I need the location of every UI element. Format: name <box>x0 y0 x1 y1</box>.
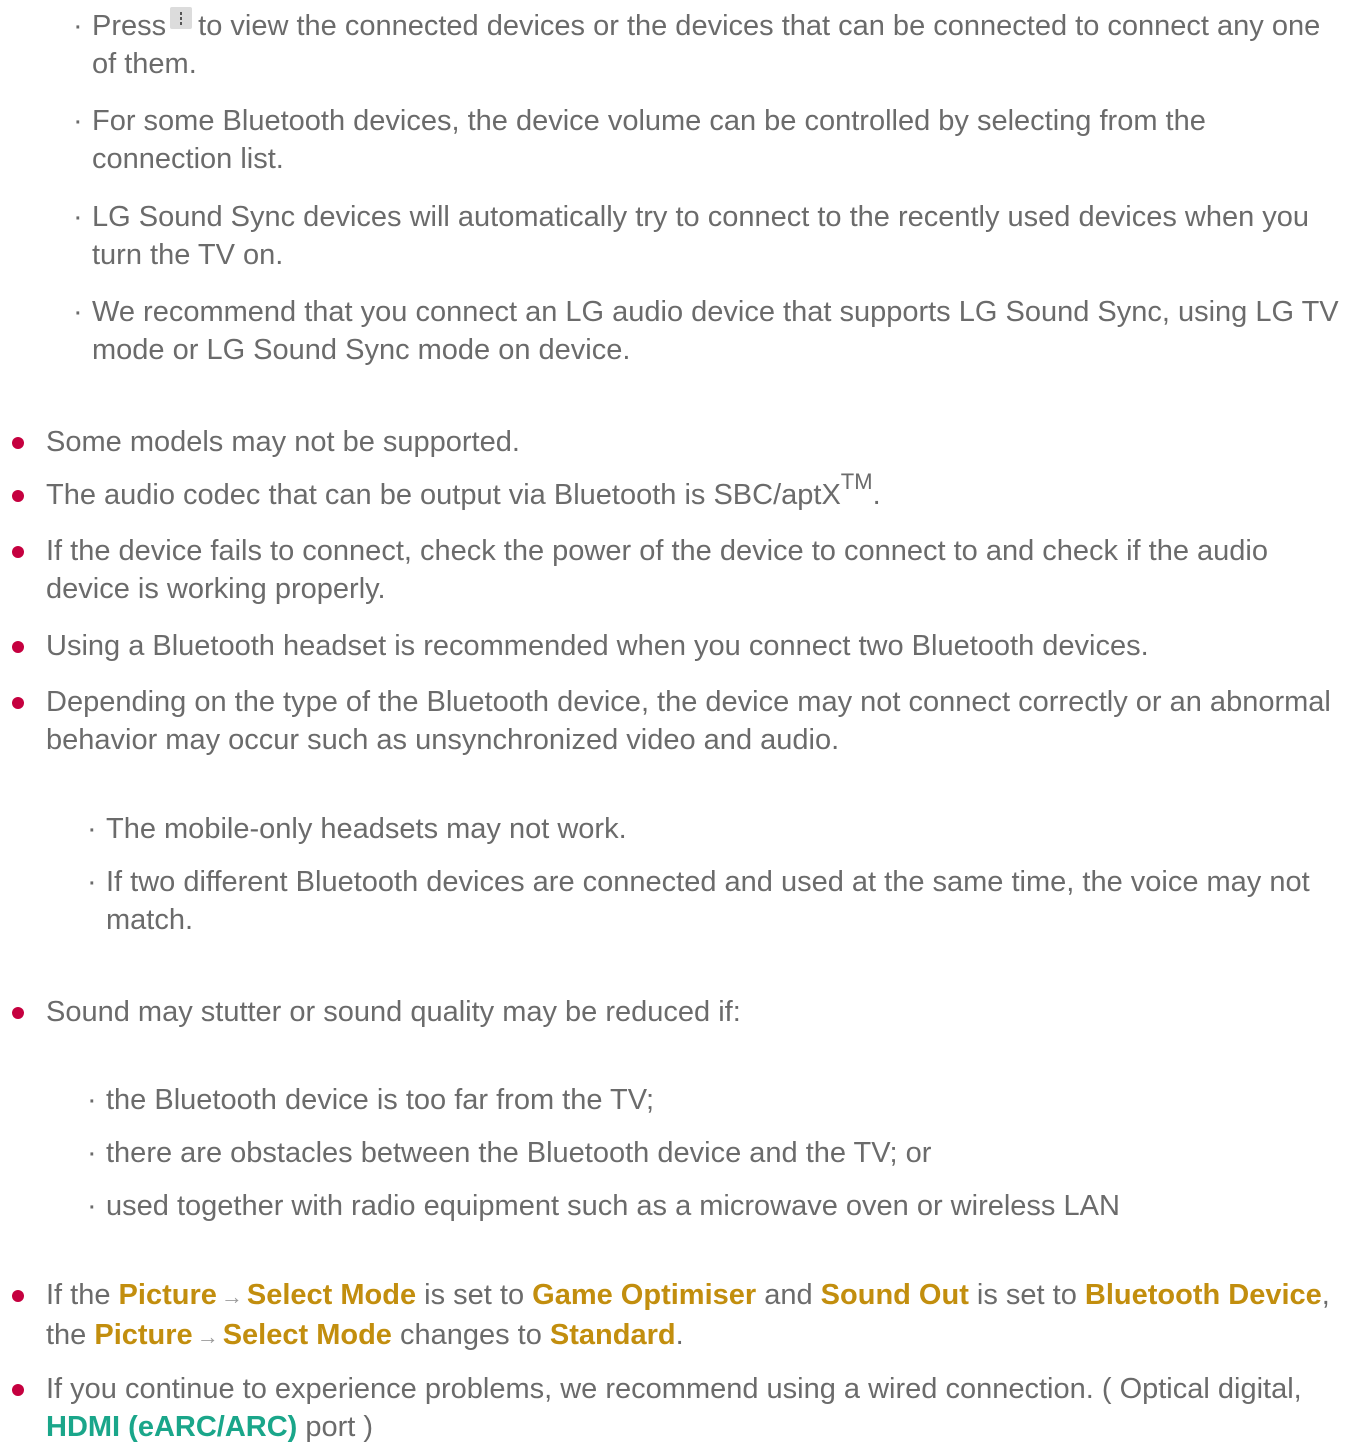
list-item: Sound may stutter or sound quality may b… <box>0 993 1352 1031</box>
list-item-text: The mobile-only headsets may not work. <box>106 813 627 845</box>
list-item-text: Depending on the type of the Bluetooth d… <box>46 686 1331 756</box>
list-item: If the Picture → Select Mode is set to Gam… <box>0 1276 1352 1356</box>
list-item-text: LG Sound Sync devices will automatically… <box>92 201 1310 271</box>
list-item: · Press to view the connected devices or … <box>73 7 1350 83</box>
list-item-text: . <box>675 1319 684 1351</box>
list-item: Some models may not be supported. <box>0 423 1352 461</box>
list-item: The audio codec that can be output via B… <box>0 471 1352 514</box>
list-item-text: there are obstacles between the Bluetoot… <box>106 1137 932 1169</box>
list-item-text: used together with radio equipment such … <box>106 1190 1120 1222</box>
list-item-text: If two different Bluetooth devices are c… <box>106 866 1310 936</box>
hdmi-earc-link[interactable]: HDMI (eARC/ARC) <box>46 1411 297 1443</box>
sub-bullet: · <box>73 201 83 233</box>
list-item: · LG Sound Sync devices will automatical… <box>73 198 1350 274</box>
bullet-dot-icon <box>12 1290 24 1302</box>
list-item-text: and <box>756 1279 821 1311</box>
sub-bullet: · <box>87 866 97 898</box>
list-item-text: If the <box>46 1279 119 1311</box>
sub-bullet: · <box>73 296 83 328</box>
more-options-icon <box>170 7 193 29</box>
list-item: Depending on the type of the Bluetooth d… <box>0 683 1352 759</box>
sub-bullet: · <box>73 10 83 42</box>
list-item: If the device fails to connect, check th… <box>0 532 1352 608</box>
bullet-dot-icon <box>12 1007 24 1019</box>
list-item: · used together with radio equipment suc… <box>87 1187 1350 1225</box>
list-item-text: For some Bluetooth devices, the device v… <box>92 105 1206 175</box>
list-item-text: Sound may stutter or sound quality may b… <box>46 996 741 1028</box>
list-item: · If two different Bluetooth devices are… <box>87 863 1350 939</box>
sub-bullet: · <box>87 1084 97 1116</box>
menu-path-picture: Picture <box>94 1319 193 1351</box>
list-item: If you continue to experience problems, … <box>0 1370 1352 1446</box>
list-item-text: If the device fails to connect, check th… <box>46 535 1268 605</box>
list-item: · The mobile-only headsets may not work. <box>87 810 1350 848</box>
sub-bullet: · <box>87 1190 97 1222</box>
list-item-text: changes to <box>391 1319 550 1351</box>
list-item-text: the Bluetooth device is too far from the… <box>106 1084 655 1116</box>
list-item: · We recommend that you connect an LG au… <box>73 293 1350 369</box>
bullet-dot-icon <box>12 641 24 653</box>
list-item-text: The audio codec that can be output via B… <box>46 479 841 511</box>
list-item-text: to view the connected devices or the dev… <box>92 10 1321 80</box>
option-game-optimiser: Game Optimiser <box>532 1279 757 1311</box>
bullet-dot-icon <box>12 1384 24 1396</box>
list-item-text: We recommend that you connect an LG audi… <box>92 296 1339 366</box>
list-item-text: Using a Bluetooth headset is recommended… <box>46 630 1149 662</box>
list-item-text: If you continue to experience problems, … <box>46 1373 1302 1405</box>
menu-path-select-mode: Select Mode <box>222 1319 392 1351</box>
bullet-dot-icon <box>12 697 24 709</box>
list-item-text: is set to <box>416 1279 533 1311</box>
menu-path-picture: Picture <box>118 1279 217 1311</box>
menu-path-select-mode: Select Mode <box>246 1279 417 1311</box>
option-standard: Standard <box>549 1319 676 1351</box>
list-item: Using a Bluetooth headset is recommended… <box>0 627 1352 665</box>
list-item-text: port ) <box>297 1411 374 1443</box>
bullet-dot-icon <box>12 546 24 558</box>
list-item: · For some Bluetooth devices, the device… <box>73 102 1350 178</box>
sub-bullet: · <box>73 105 83 137</box>
arrow-right-icon: → <box>220 1284 243 1309</box>
list-item: · there are obstacles between the Blueto… <box>87 1134 1350 1172</box>
trademark-sup: TM <box>840 469 873 495</box>
list-item-text: . <box>872 479 881 511</box>
arrow-right-icon: → <box>196 1324 219 1349</box>
list-item-text: is set to <box>968 1279 1085 1311</box>
list-item: · the Bluetooth device is too far from t… <box>87 1081 1350 1119</box>
option-bluetooth-device: Bluetooth Device <box>1084 1279 1322 1311</box>
bullet-dot-icon <box>12 437 24 449</box>
sub-bullet: · <box>87 1137 97 1169</box>
list-item-text: Some models may not be supported. <box>46 426 520 458</box>
bullet-dot-icon <box>12 490 24 502</box>
list-item-text: Press <box>92 10 167 42</box>
sub-bullet: · <box>87 813 97 845</box>
menu-sound-out: Sound Out <box>820 1279 969 1311</box>
